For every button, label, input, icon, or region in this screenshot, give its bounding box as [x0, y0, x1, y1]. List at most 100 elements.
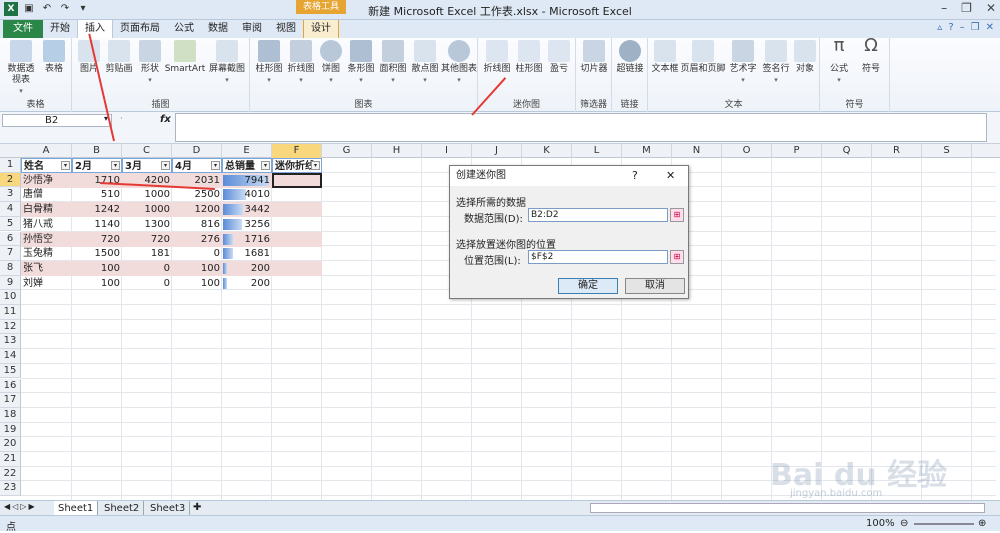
clipart-button[interactable]: 剪贴画 — [102, 40, 136, 75]
sheet-nav-icon[interactable]: ◀◁▷▶ — [4, 502, 37, 511]
row-header-11[interactable]: 11 — [0, 305, 21, 320]
column-header-M[interactable]: M — [622, 144, 672, 158]
tab-home[interactable]: 开始 — [43, 20, 77, 38]
row-header-15[interactable]: 15 — [0, 363, 21, 379]
row-header-18[interactable]: 18 — [0, 407, 21, 423]
table-cell[interactable]: 唐僧 — [21, 187, 72, 202]
tab-review[interactable]: 审阅 — [235, 20, 269, 38]
column-header-Q[interactable]: Q — [822, 144, 872, 158]
object-button[interactable]: 对象 — [792, 40, 818, 75]
location-range-input[interactable]: $F$2 — [528, 250, 668, 264]
filter-dropdown-icon[interactable]: ▾ — [261, 161, 270, 170]
pivot-table-button[interactable]: 数据透视表 ▾ — [4, 40, 38, 97]
row-header-16[interactable]: 16 — [0, 378, 21, 394]
bar-chart-button[interactable]: 条形图 ▾ — [345, 40, 377, 86]
table-cell[interactable]: 510 — [72, 187, 122, 202]
column-header-D[interactable]: D — [172, 144, 222, 158]
column-header-R[interactable]: R — [872, 144, 922, 158]
table-cell[interactable]: 1716 — [222, 231, 272, 247]
filter-dropdown-icon[interactable]: ▾ — [161, 161, 170, 170]
table-cell[interactable]: 0 — [122, 260, 172, 276]
sparkline-cell[interactable] — [272, 231, 322, 247]
cancel-button[interactable]: 取消 — [625, 278, 685, 294]
other-charts-button[interactable]: 其他图表 ▾ — [441, 40, 477, 86]
column-header-P[interactable]: P — [772, 144, 822, 158]
row-header-9[interactable]: 9 — [0, 275, 21, 291]
table-cell[interactable]: 100 — [172, 260, 222, 276]
row-header-7[interactable]: 7 — [0, 246, 21, 261]
formula-input[interactable] — [175, 113, 987, 142]
screenshot-button[interactable]: 屏幕截图 ▾ — [206, 40, 248, 86]
table-cell[interactable]: 4010 — [222, 187, 272, 202]
zoom-slider[interactable] — [914, 523, 974, 525]
column-header-A[interactable]: A — [21, 144, 72, 158]
minimize-ribbon-icon[interactable]: ▵ — [937, 22, 942, 33]
new-sheet-icon[interactable]: ✚ — [193, 502, 201, 513]
column-header-K[interactable]: K — [522, 144, 572, 158]
row-header-8[interactable]: 8 — [0, 260, 21, 276]
table-cell[interactable]: 张飞 — [21, 260, 72, 276]
area-chart-button[interactable]: 面积图 ▾ — [377, 40, 409, 86]
table-cell[interactable]: 3256 — [222, 217, 272, 232]
sparkline-line-button[interactable]: 折线图 — [481, 40, 513, 75]
filter-dropdown-icon[interactable]: ▾ — [211, 161, 220, 170]
table-cell[interactable]: 1000 — [122, 202, 172, 218]
table-cell[interactable]: 1200 — [172, 202, 222, 218]
sparkline-column-button[interactable]: 柱形图 — [513, 40, 545, 75]
scatter-chart-button[interactable]: 散点图 ▾ — [409, 40, 441, 86]
window-close-icon[interactable]: ✕ — [986, 22, 994, 33]
sparkline-cell[interactable] — [272, 260, 322, 276]
table-cell[interactable]: 181 — [122, 246, 172, 261]
row-header-3[interactable]: 3 — [0, 187, 21, 203]
table-button[interactable]: 表格 — [40, 40, 68, 75]
table-cell[interactable]: 1000 — [122, 187, 172, 202]
table-cell[interactable]: 孙悟空 — [21, 231, 72, 247]
horizontal-scrollbar[interactable] — [590, 503, 985, 513]
tab-page-layout[interactable]: 页面布局 — [113, 20, 167, 38]
table-header-cell[interactable]: 姓名 ▾ — [21, 158, 72, 173]
column-header-B[interactable]: B — [72, 144, 122, 158]
column-header-N[interactable]: N — [672, 144, 722, 158]
table-cell[interactable]: 1140 — [72, 217, 122, 232]
window-restore-icon[interactable]: ❐ — [971, 22, 980, 33]
tab-view[interactable]: 视图 — [269, 20, 303, 38]
table-cell[interactable]: 100 — [72, 276, 122, 291]
signature-line-button[interactable]: 签名行 ▾ — [760, 40, 792, 86]
column-header-O[interactable]: O — [722, 144, 772, 158]
range-picker-icon[interactable]: ⊞ — [670, 208, 684, 222]
table-cell[interactable]: 720 — [122, 231, 172, 247]
table-cell[interactable]: 刘婵 — [21, 276, 72, 291]
row-header-10[interactable]: 10 — [0, 290, 21, 305]
row-header-13[interactable]: 13 — [0, 334, 21, 350]
shapes-button[interactable]: 形状 ▾ — [136, 40, 164, 86]
zoom-in-icon[interactable]: ⊕ — [978, 518, 986, 529]
smartart-button[interactable]: SmartArt — [164, 40, 206, 75]
sparkline-cell[interactable] — [272, 172, 322, 188]
dialog-help-icon[interactable]: ? — [632, 169, 638, 182]
sparkline-cell[interactable] — [272, 202, 322, 218]
tab-design[interactable]: 设计 — [303, 20, 339, 38]
sheet-tab-2[interactable]: Sheet2 — [100, 501, 145, 516]
column-header-I[interactable]: I — [422, 144, 472, 158]
table-cell[interactable]: 100 — [172, 276, 222, 291]
ok-button[interactable]: 确定 — [558, 278, 618, 294]
insert-function-icon[interactable]: fx — [160, 114, 171, 125]
table-cell[interactable]: 1242 — [72, 202, 122, 218]
slicer-button[interactable]: 切片器 — [578, 40, 610, 75]
table-cell[interactable]: 276 — [172, 231, 222, 247]
range-picker-icon[interactable]: ⊞ — [670, 250, 684, 264]
table-cell[interactable]: 猪八戒 — [21, 217, 72, 232]
sparkline-cell[interactable] — [272, 217, 322, 232]
wordart-button[interactable]: 艺术字 ▾ — [726, 40, 760, 86]
help-icon[interactable]: ? — [948, 22, 953, 33]
column-header-C[interactable]: C — [122, 144, 172, 158]
table-cell[interactable]: 白骨精 — [21, 202, 72, 218]
sparkline-cell[interactable] — [272, 246, 322, 261]
row-header-21[interactable]: 21 — [0, 452, 21, 467]
symbol-button[interactable]: Ω 符号 — [856, 37, 886, 75]
window-minimize-icon[interactable]: – — [960, 22, 965, 33]
zoom-out-icon[interactable]: ⊖ — [900, 518, 908, 529]
row-header-2[interactable]: 2 — [0, 172, 21, 188]
filter-dropdown-icon[interactable]: ▾ — [61, 161, 70, 170]
table-cell[interactable]: 720 — [72, 231, 122, 247]
